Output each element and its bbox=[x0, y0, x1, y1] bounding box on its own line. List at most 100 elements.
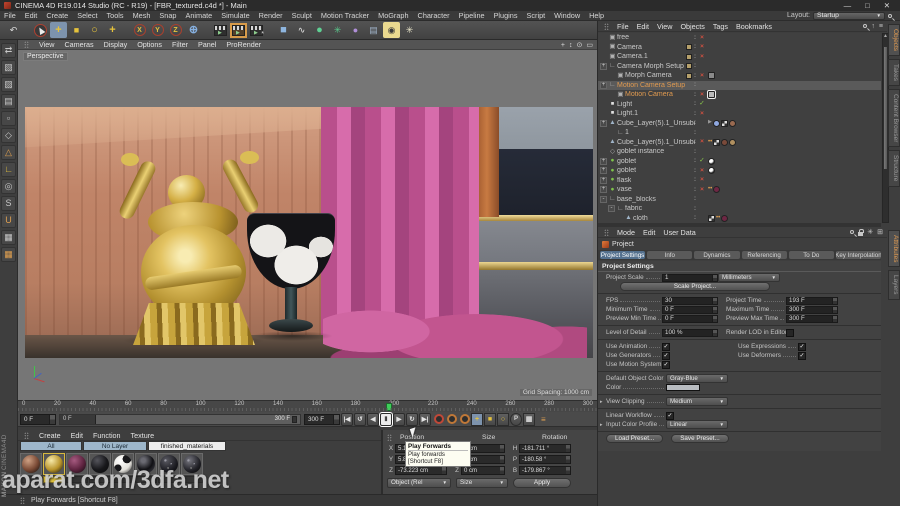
object-row-motion-camera-setup[interactable]: + ∟ Motion Camera Setup: bbox=[598, 80, 881, 90]
viewport-menu-view[interactable]: View bbox=[39, 40, 54, 49]
polygons-mode-icon[interactable]: △ bbox=[1, 145, 16, 160]
object-row-flask[interactable]: + ● flask: × bbox=[598, 176, 881, 186]
color-swatch[interactable] bbox=[666, 384, 700, 391]
key-parameter-toggle[interactable]: P bbox=[510, 412, 522, 426]
search-icon[interactable] bbox=[850, 230, 855, 234]
preview-max-time-field[interactable]: 300 F bbox=[786, 314, 838, 323]
texture-mode-icon[interactable]: ▨ bbox=[1, 77, 16, 92]
enable-mark[interactable]: ✓ bbox=[698, 100, 706, 108]
input-color-profile-dropdown[interactable]: Linear ▼ bbox=[666, 420, 728, 429]
apply-button[interactable]: Apply bbox=[513, 477, 571, 488]
fps-field[interactable]: 30 bbox=[662, 296, 718, 305]
object-menu-bookmarks[interactable]: Bookmarks bbox=[736, 22, 772, 31]
rotate-tool-icon[interactable]: ○ bbox=[86, 22, 103, 38]
visibility-dots-icon[interactable]: : bbox=[694, 187, 696, 193]
points-mode-icon[interactable]: ▫ bbox=[1, 111, 16, 126]
object-row-fabric[interactable]: - ∟ fabric: bbox=[598, 204, 881, 214]
workplane-mode-icon[interactable]: ▤ bbox=[1, 94, 16, 109]
expand-icon[interactable]: + bbox=[600, 186, 607, 194]
expand-icon[interactable]: + bbox=[600, 81, 607, 89]
toggle-view-icon[interactable]: ▭ bbox=[586, 41, 593, 49]
viewport-menu-panel[interactable]: Panel bbox=[198, 40, 216, 49]
viewport-menu-filter[interactable]: Filter bbox=[172, 40, 188, 49]
cam-tag-icon[interactable] bbox=[708, 72, 715, 80]
rotation-field[interactable]: -179.867 ° bbox=[519, 466, 571, 475]
expand-icon[interactable]: - bbox=[600, 195, 607, 203]
lock-z-axis-icon[interactable]: Z bbox=[167, 22, 184, 38]
menu-item-pipeline[interactable]: Pipeline bbox=[459, 11, 485, 20]
side-tab-objects[interactable]: Objects bbox=[888, 24, 900, 57]
object-row-camera-1[interactable]: +▣Camera.1:× bbox=[598, 52, 881, 62]
checker-tag-icon[interactable] bbox=[713, 138, 721, 146]
search-icon[interactable] bbox=[863, 24, 868, 28]
attribute-tab-to-do[interactable]: To Do bbox=[788, 251, 834, 259]
attribute-tab-referencing[interactable]: Referencing bbox=[741, 251, 787, 259]
object-row-goblet[interactable]: + ● goblet: × bbox=[598, 166, 881, 176]
viewport-solo-icon[interactable]: ◎ bbox=[1, 179, 16, 194]
range-end-field[interactable]: 300 F bbox=[304, 413, 340, 425]
pan-view-icon[interactable]: + bbox=[561, 42, 565, 49]
visibility-dots-icon[interactable]: : bbox=[694, 63, 696, 69]
enable-mark[interactable]: × bbox=[698, 53, 706, 61]
gear-icon[interactable]: ✳ bbox=[867, 229, 873, 236]
expand-icon[interactable]: - bbox=[608, 205, 615, 213]
coordinate-system-icon[interactable]: ⊕ bbox=[185, 22, 202, 38]
menu-item-script[interactable]: Script bbox=[527, 11, 546, 20]
scale-tool-icon[interactable]: ■ bbox=[68, 22, 85, 38]
object-row-1[interactable]: +∟1: bbox=[598, 128, 881, 138]
menu-item-motion-tracker[interactable]: Motion Tracker bbox=[321, 11, 369, 20]
scene-camera-icon[interactable]: ◉ bbox=[383, 22, 400, 38]
menu-item-file[interactable]: File bbox=[4, 11, 16, 20]
save-preset-button[interactable]: Save Preset... bbox=[671, 434, 729, 443]
timeline-range-slider[interactable]: 0 F 300 F bbox=[59, 413, 301, 425]
ball-bw-tag-icon[interactable] bbox=[708, 157, 715, 165]
enable-mark[interactable]: × bbox=[698, 167, 706, 175]
expand-icon[interactable]: + bbox=[600, 62, 607, 70]
mograph-icon[interactable]: ✳ bbox=[329, 22, 346, 38]
enable-mark[interactable]: × bbox=[698, 43, 706, 51]
visibility-dots-icon[interactable]: : bbox=[694, 35, 696, 41]
rotate-view-icon[interactable]: ⊙ bbox=[577, 41, 583, 49]
visibility-dots-icon[interactable]: : bbox=[694, 54, 696, 60]
menu-item-character[interactable]: Character bbox=[418, 11, 450, 20]
ball-tag-icon[interactable] bbox=[729, 138, 737, 146]
last-tool-icon[interactable]: + bbox=[104, 22, 121, 38]
object-row-cloth[interactable]: +▲cloth:•• bbox=[598, 214, 881, 224]
visibility-dots-icon[interactable]: : bbox=[694, 111, 696, 117]
edges-mode-icon[interactable]: ◇ bbox=[1, 128, 16, 143]
object-row-goblet-instance[interactable]: +◇goblet instance: bbox=[598, 147, 881, 157]
range-slider-grip[interactable]: 0 F bbox=[60, 414, 96, 424]
use-expressions-checkbox[interactable]: ✓ bbox=[798, 342, 806, 351]
project-scale-unit-dropdown[interactable]: Millimeters ▼ bbox=[718, 273, 780, 282]
material-tab-no-layer[interactable]: No Layer bbox=[83, 441, 147, 451]
menu-item-window[interactable]: Window bbox=[554, 11, 580, 20]
enable-mark[interactable]: × bbox=[698, 138, 706, 146]
attribute-tab-key-interpolation[interactable]: Key Interpolation bbox=[835, 251, 882, 259]
ball-tag-icon[interactable] bbox=[721, 214, 729, 222]
load-preset-button[interactable]: Load Preset... bbox=[606, 434, 664, 443]
attribute-tab-info[interactable]: Info bbox=[647, 251, 693, 259]
maximize-button[interactable]: □ bbox=[865, 1, 870, 10]
autokeying-button[interactable] bbox=[447, 414, 457, 424]
enable-mark[interactable]: ✓ bbox=[698, 157, 706, 165]
visibility-dots-icon[interactable]: : bbox=[694, 44, 696, 50]
play-cycle-button[interactable]: ↻ bbox=[406, 412, 418, 426]
menu-item-mesh[interactable]: Mesh bbox=[133, 11, 151, 20]
timeline-marker[interactable] bbox=[386, 403, 393, 411]
checker-tag-icon[interactable] bbox=[708, 214, 715, 222]
enable-mark[interactable]: × bbox=[698, 91, 706, 99]
visibility-dots-icon[interactable]: : bbox=[694, 206, 696, 212]
object-row-light-1[interactable]: +■Light.1:× bbox=[598, 109, 881, 119]
attribute-tab-project-settings[interactable]: Project Settings bbox=[600, 251, 646, 259]
viewport-menu-options[interactable]: Options bbox=[137, 40, 162, 49]
side-tab-structure[interactable]: Structure bbox=[888, 150, 900, 187]
snap-icon[interactable]: S bbox=[1, 196, 16, 211]
size-mode-dropdown[interactable]: Size ▼ bbox=[456, 477, 508, 488]
key-position-toggle[interactable]: + bbox=[471, 412, 483, 426]
key-rotation-toggle[interactable]: ○ bbox=[497, 412, 509, 426]
side-tab-layers[interactable]: Layers bbox=[888, 270, 900, 300]
expand-icon[interactable]: + bbox=[600, 176, 607, 184]
scene-light-icon[interactable]: ✳ bbox=[401, 22, 418, 38]
current-frame-field[interactable]: 0 F bbox=[20, 413, 56, 425]
ball-bw-tag-icon[interactable] bbox=[708, 167, 715, 175]
